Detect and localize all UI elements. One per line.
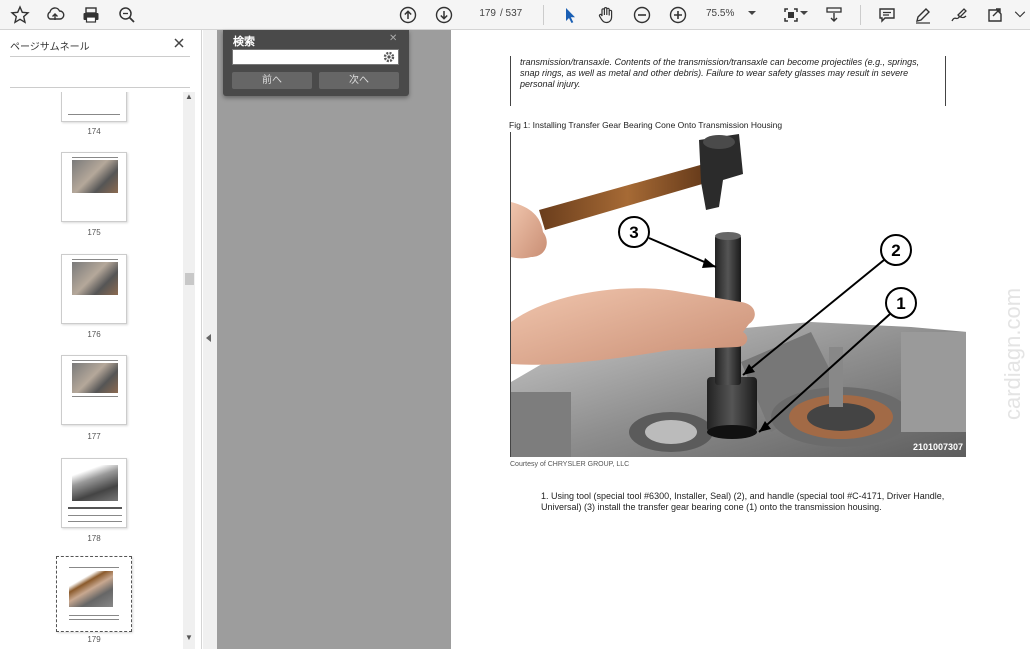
fit-page-icon[interactable]	[778, 3, 804, 27]
page-thumbnail-174[interactable]	[61, 92, 127, 122]
page-thumbnail-178[interactable]	[61, 458, 127, 528]
thumbnail-scrollbar[interactable]	[183, 92, 195, 649]
courtesy-text: Courtesy of CHRYSLER GROUP, LLC	[510, 461, 630, 468]
sign-icon[interactable]	[946, 3, 972, 27]
close-icon[interactable]: ✕	[389, 33, 397, 44]
pen-icon[interactable]	[910, 3, 936, 27]
scroll-mode-icon[interactable]	[821, 3, 847, 27]
figure-code: 2101007307	[913, 442, 963, 452]
upload-icon[interactable]	[42, 3, 68, 27]
figure-photo: 3 2 1 2101007307	[510, 132, 966, 457]
thumbnail-label: 176	[87, 330, 101, 339]
step-1-text: 1. Using tool (special tool #6300, Insta…	[541, 491, 945, 512]
thumbnail-label: 178	[87, 534, 101, 543]
page-thumbnail-175[interactable]	[61, 152, 127, 222]
callout-1: 1	[896, 294, 905, 313]
page-total: / 537	[500, 8, 523, 19]
search-title: 検索	[233, 36, 255, 48]
watermark: cardiagn.com	[1000, 287, 1025, 420]
zoom-in-icon[interactable]	[665, 3, 691, 27]
installation-photo: 3 2 1 2101007307	[511, 132, 966, 457]
warning-text: transmission/transaxle. Contents of the …	[520, 57, 920, 89]
arrow-down-circle-icon[interactable]	[431, 3, 457, 27]
print-icon[interactable]	[78, 3, 104, 27]
thumbnail-label: 177	[87, 432, 101, 441]
main-toolbar: 179 / 537 75.5%	[0, 0, 1030, 30]
thumbnail-label: 175	[87, 228, 101, 237]
gear-icon[interactable]	[382, 50, 396, 64]
page-thumbnail-176[interactable]	[61, 254, 127, 324]
search-next-button[interactable]: 次へ	[319, 72, 399, 89]
sidebar-divider	[10, 87, 190, 88]
page-number-input[interactable]: 179	[466, 6, 496, 23]
comment-icon[interactable]	[874, 3, 900, 27]
page-thumbnail-179[interactable]	[56, 556, 132, 632]
close-icon[interactable]	[172, 36, 186, 50]
zoom-out-icon[interactable]	[629, 3, 655, 27]
scrollbar-thumb[interactable]	[185, 273, 194, 285]
more-tools-icon[interactable]	[1012, 3, 1028, 27]
toolbar-divider	[543, 5, 544, 25]
zoom-search-icon[interactable]	[114, 3, 140, 27]
cursor-icon[interactable]	[557, 3, 583, 27]
thumbnail-label: 179	[87, 635, 101, 644]
share-icon[interactable]	[982, 3, 1008, 27]
scroll-down-icon[interactable]: ▼	[185, 633, 193, 642]
search-panel: 検索 ✕ 前へ 次へ	[223, 30, 409, 96]
thumbnail-list: 174 175 176 177 178 179	[0, 92, 182, 649]
thumbnail-label: 174	[87, 127, 101, 136]
callout-3: 3	[629, 223, 638, 242]
zoom-dropdown-caret-icon[interactable]	[748, 11, 756, 15]
search-input[interactable]	[232, 49, 399, 65]
fit-dropdown-caret-icon[interactable]	[800, 11, 808, 15]
hand-icon[interactable]	[593, 3, 619, 27]
collapse-left-icon[interactable]	[206, 334, 211, 342]
callout-2: 2	[891, 241, 900, 260]
sidebar-title: ページサムネール	[10, 42, 90, 53]
page-thumbnail-177[interactable]	[61, 355, 127, 425]
toolbar-divider	[860, 5, 861, 25]
star-icon[interactable]	[7, 3, 33, 27]
arrow-up-circle-icon[interactable]	[395, 3, 421, 27]
figure-caption: Fig 1: Installing Transfer Gear Bearing …	[509, 120, 783, 130]
search-prev-button[interactable]: 前へ	[232, 72, 312, 89]
scroll-up-icon[interactable]: ▲	[185, 92, 193, 101]
zoom-level[interactable]: 75.5%	[706, 8, 734, 19]
sidebar-divider	[10, 56, 190, 57]
